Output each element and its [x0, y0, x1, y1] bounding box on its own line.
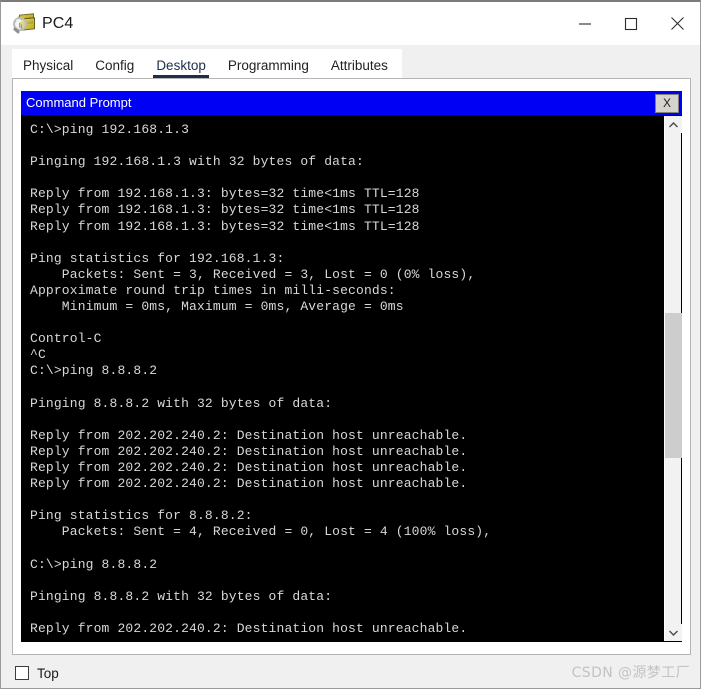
minimize-button[interactable] [562, 2, 608, 45]
window-title: PC4 [42, 14, 74, 32]
window-titlebar: PC4 [1, 2, 700, 45]
terminal-line: Reply from 202.202.240.2: Destination ho… [30, 476, 468, 492]
command-prompt-body: C:\>ping 192.168.1.3 Pinging 192.168.1.3… [21, 115, 682, 642]
terminal-line: ^C [30, 347, 46, 363]
packet-tracer-magnifier-icon [12, 12, 35, 35]
command-prompt-titlebar: Command Prompt X [21, 91, 682, 115]
watermark: CSDN @源梦工厂 [571, 665, 690, 681]
scroll-down-button[interactable] [665, 624, 682, 641]
maximize-button[interactable] [608, 2, 654, 45]
command-prompt-window: Command Prompt X C:\>ping 192.168.1.3 Pi… [21, 91, 682, 642]
device-tabstrip: Physical Config Desktop Programming Attr… [12, 49, 402, 81]
terminal-line: Ping statistics for 8.8.8.2: [30, 508, 253, 524]
terminal-line: Pinging 192.168.1.3 with 32 bytes of dat… [30, 154, 364, 170]
terminal-line: Pinging 8.8.8.2 with 32 bytes of data: [30, 395, 333, 411]
command-prompt-title: Command Prompt [26, 95, 132, 110]
terminal-scrollbar[interactable] [664, 116, 682, 641]
top-checkbox-label: Top [37, 665, 59, 681]
terminal-line: Packets: Sent = 4, Received = 0, Lost = … [30, 524, 492, 540]
window-controls [562, 2, 700, 45]
terminal-line: Reply from 202.202.240.2: Destination ho… [30, 427, 468, 443]
terminal-line: Pinging 8.8.8.2 with 32 bytes of data: [30, 588, 333, 604]
terminal-line: Control-C [30, 331, 102, 347]
pc-device-window: PC4 Physical Config Desktop Programming … [0, 0, 701, 689]
terminal-line: Reply from 202.202.240.2: Destination ho… [30, 443, 468, 459]
minimize-icon [578, 18, 592, 30]
terminal-line: Packets: Sent = 3, Received = 3, Lost = … [30, 266, 476, 282]
terminal-line: Ping statistics for 192.168.1.3: [30, 250, 285, 266]
command-prompt-close-button[interactable]: X [655, 93, 679, 113]
close-icon [670, 16, 685, 31]
terminal-line: C:\>ping 192.168.1.3 [30, 122, 190, 137]
close-button[interactable] [654, 2, 700, 45]
terminal-line: Reply from 192.168.1.3: bytes=32 time<1m… [30, 202, 420, 218]
terminal-line: Approximate round trip times in milli-se… [30, 282, 396, 298]
terminal-line: Reply from 192.168.1.3: bytes=32 time<1m… [30, 218, 420, 234]
chevron-down-icon [668, 624, 679, 642]
terminal-line: C:\>ping 8.8.8.2 [30, 556, 158, 572]
terminal-line: Reply from 192.168.1.3: bytes=32 time<1m… [30, 186, 420, 202]
terminal-line: C:\>ping 8.8.8.2 [30, 363, 158, 379]
terminal-line: Reply from 202.202.240.2: Destination ho… [30, 620, 468, 636]
chevron-up-icon [668, 116, 679, 134]
scroll-up-button[interactable] [665, 116, 682, 133]
maximize-icon [624, 17, 638, 31]
terminal-output[interactable]: C:\>ping 192.168.1.3 Pinging 192.168.1.3… [22, 116, 664, 641]
terminal-line: Minimum = 0ms, Maximum = 0ms, Average = … [30, 299, 404, 315]
top-checkbox[interactable] [15, 666, 29, 680]
terminal-line: Reply from 202.202.240.2: Destination ho… [30, 459, 468, 475]
scrollbar-thumb[interactable] [665, 313, 682, 458]
